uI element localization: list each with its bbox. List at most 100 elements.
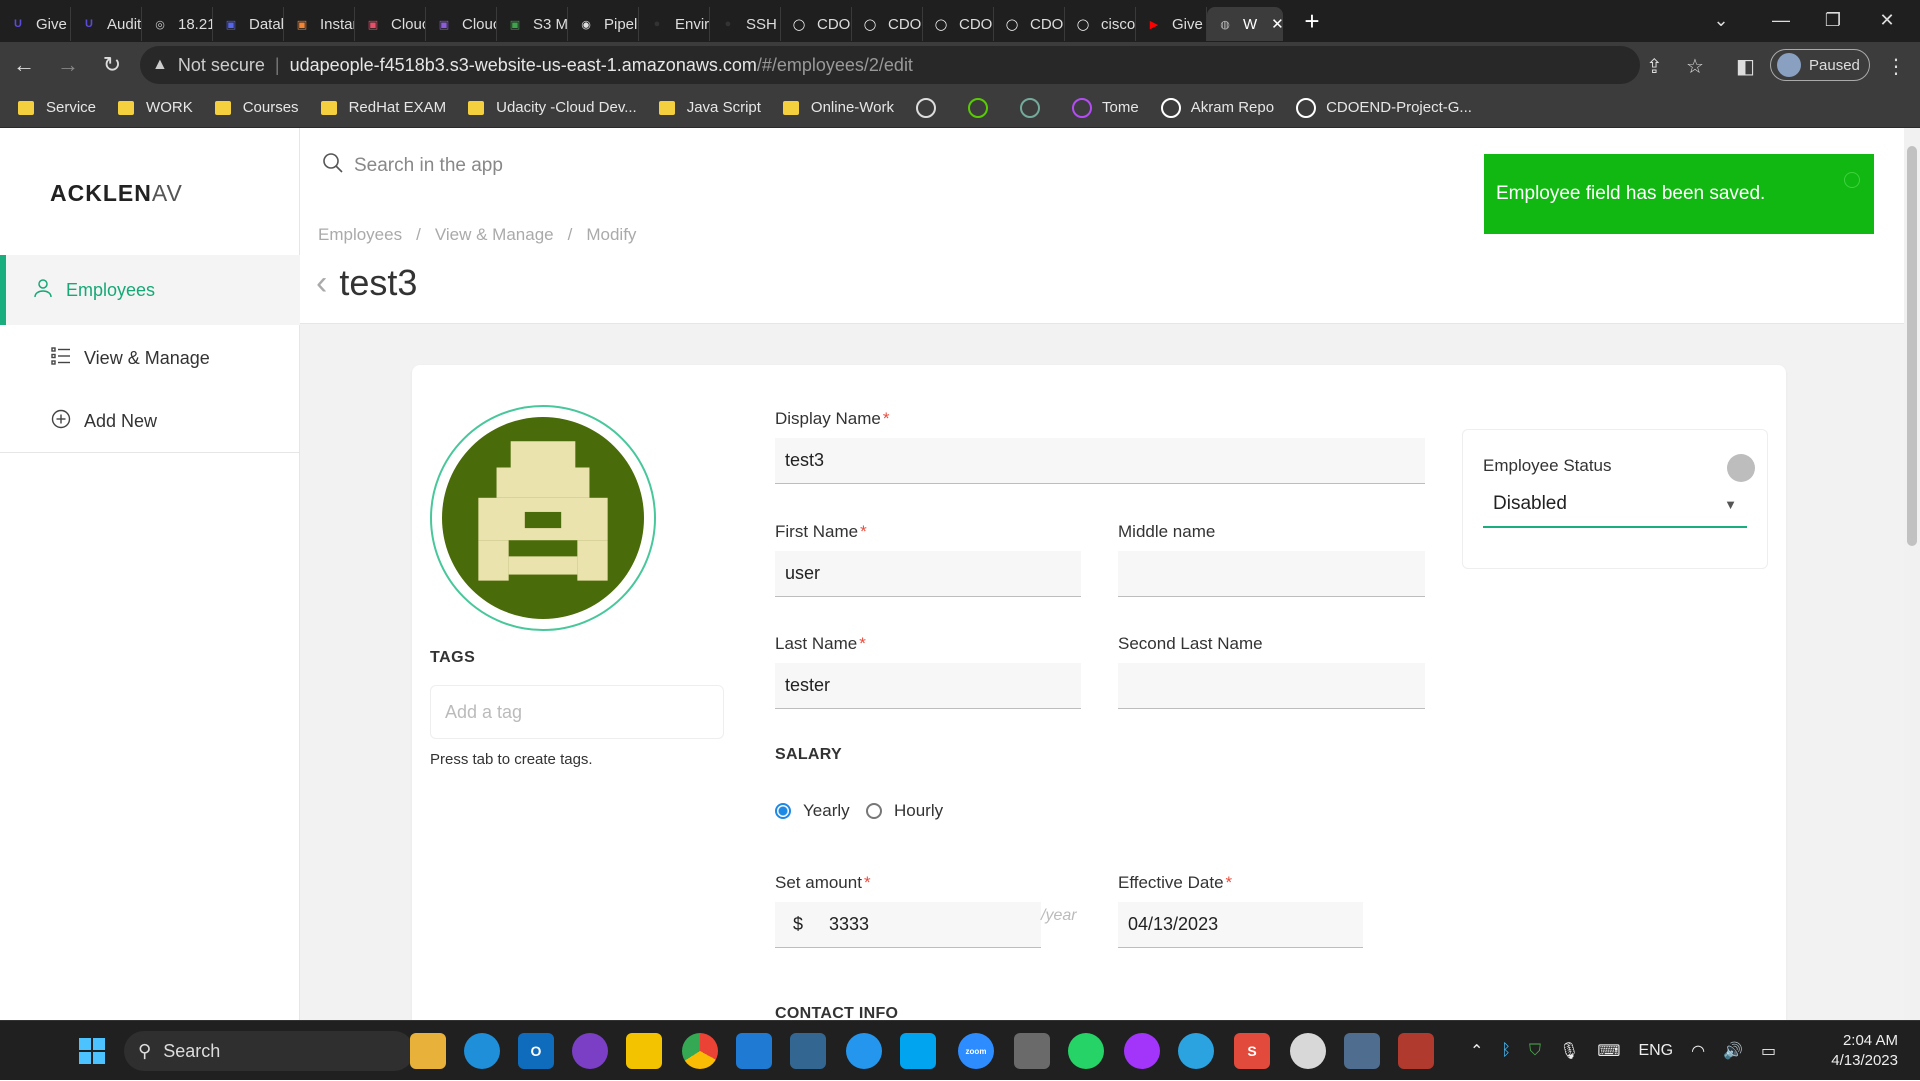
wifi-icon[interactable]: ◠: [1691, 1041, 1705, 1061]
chevron-up-icon[interactable]: ⌃: [1470, 1041, 1483, 1061]
battery-icon[interactable]: ▭: [1761, 1041, 1776, 1061]
browser-tab[interactable]: ▣ Clouc: [426, 7, 497, 41]
employee-status-select[interactable]: Disabled ▼: [1483, 482, 1747, 528]
app-icon[interactable]: [900, 1033, 936, 1069]
browser-tab[interactable]: ◯ cisco: [1065, 7, 1136, 41]
restore-button[interactable]: ❐: [1808, 0, 1858, 40]
docker-icon[interactable]: [846, 1033, 882, 1069]
employee-avatar[interactable]: [430, 405, 656, 631]
app-icon[interactable]: [1014, 1033, 1050, 1069]
clock-app-icon[interactable]: [1290, 1033, 1326, 1069]
profile-button[interactable]: Paused: [1770, 49, 1870, 81]
breadcrumb-employees[interactable]: Employees: [318, 225, 402, 244]
outlook-icon[interactable]: O: [518, 1033, 554, 1069]
telegram-icon[interactable]: [1178, 1033, 1214, 1069]
bookmark-item[interactable]: Tome: [1072, 97, 1139, 118]
more-menu-icon[interactable]: ⋮: [1886, 54, 1906, 79]
chrome-icon[interactable]: [682, 1033, 718, 1069]
tag-input[interactable]: Add a tag: [430, 685, 724, 739]
first-name-field[interactable]: user: [775, 551, 1081, 597]
file-explorer-icon[interactable]: [410, 1033, 446, 1069]
middle-name-field[interactable]: [1118, 551, 1425, 597]
bookmark-item[interactable]: [968, 97, 998, 118]
tab-search-icon[interactable]: ⌄: [1696, 0, 1746, 40]
bookmark-item[interactable]: CDOEND-Project-G...: [1296, 97, 1472, 118]
sublime-icon[interactable]: S: [1234, 1033, 1270, 1069]
browser-tab[interactable]: ● SSH -: [710, 7, 781, 41]
keyboard-icon[interactable]: ⌨: [1597, 1041, 1620, 1061]
effective-date-field[interactable]: 04/13/2023: [1118, 902, 1363, 948]
app-icon[interactable]: [572, 1033, 608, 1069]
bookmark-item[interactable]: Online-Work: [782, 99, 894, 116]
sidebar-item-employees[interactable]: Employees: [0, 255, 300, 325]
amount-field[interactable]: $ 3333: [775, 902, 1041, 948]
reload-icon[interactable]: ↻: [92, 45, 132, 85]
address-bar[interactable]: ▲ Not secure | udapeople-f4518b3.s3-webs…: [140, 46, 1640, 84]
winrar-icon[interactable]: [1398, 1033, 1434, 1069]
sidebar-item-add-new[interactable]: Add New: [0, 386, 300, 456]
bookmark-item[interactable]: [1020, 97, 1050, 118]
new-tab-button[interactable]: +: [1297, 6, 1327, 37]
bookmark-item[interactable]: Courses: [214, 99, 299, 116]
forward-arrow-icon[interactable]: →: [48, 45, 88, 85]
side-panel-icon[interactable]: ◧: [1736, 54, 1755, 79]
status-toggle[interactable]: [1727, 454, 1755, 482]
bookmark-item[interactable]: Java Script: [658, 99, 761, 116]
taskbar-clock[interactable]: 2:04 AM 4/13/2023: [1822, 1031, 1898, 1071]
microphone-icon[interactable]: 🎙: [1559, 1041, 1579, 1061]
tab-close-icon[interactable]: ✕: [1271, 15, 1283, 33]
salary-yearly-radio[interactable]: Yearly: [775, 801, 850, 821]
browser-tab[interactable]: ▣ Clouc: [355, 7, 426, 41]
browser-tab[interactable]: ▣ Instan: [284, 7, 355, 41]
browser-tab[interactable]: ▣ S3 Ma: [497, 7, 568, 41]
postgresql-icon[interactable]: [790, 1033, 826, 1069]
browser-tab-active[interactable]: ◍ W ✕: [1207, 7, 1283, 41]
close-window-button[interactable]: ✕: [1862, 0, 1912, 40]
language-indicator[interactable]: ENG: [1638, 1042, 1673, 1060]
security-shield-icon[interactable]: ⛉: [1529, 1042, 1541, 1060]
volume-icon[interactable]: 🔊: [1723, 1041, 1743, 1061]
browser-tab[interactable]: ▶ Give Y: [1136, 7, 1207, 41]
sidebar-item-view-manage[interactable]: View & Manage: [0, 323, 300, 393]
zoom-icon[interactable]: zoom: [958, 1033, 994, 1069]
toast-close-icon[interactable]: [1844, 172, 1860, 188]
windows-start-icon[interactable]: [74, 1033, 110, 1069]
bookmark-item[interactable]: RedHat EXAM: [320, 99, 446, 116]
bookmark-item[interactable]: [916, 97, 946, 118]
messenger-icon[interactable]: [1124, 1033, 1160, 1069]
bookmark-item[interactable]: WORK: [118, 99, 193, 116]
browser-tab[interactable]: ◉ Pipeli: [568, 7, 639, 41]
whatsapp-icon[interactable]: [1068, 1033, 1104, 1069]
minimize-button[interactable]: —: [1756, 0, 1806, 40]
back-arrow-icon[interactable]: ←: [4, 45, 44, 85]
sticky-notes-icon[interactable]: [626, 1033, 662, 1069]
last-name-field[interactable]: tester: [775, 663, 1081, 709]
taskbar-search[interactable]: ⚲ Search: [124, 1031, 414, 1071]
search-input[interactable]: Search in the app: [322, 152, 503, 180]
back-chevron-icon[interactable]: ‹: [316, 264, 327, 303]
scrollbar-thumb[interactable]: [1907, 146, 1917, 546]
page-scrollbar[interactable]: [1904, 128, 1920, 1020]
browser-tab[interactable]: U Audit: [71, 7, 142, 41]
browser-tab[interactable]: U Give Y: [0, 7, 71, 41]
bluetooth-icon[interactable]: ᛒ: [1501, 1042, 1511, 1060]
browser-tab[interactable]: ◯ CDOE: [781, 7, 852, 41]
second-last-name-field[interactable]: [1118, 663, 1425, 709]
bookmark-item[interactable]: Service: [18, 99, 96, 116]
display-name-field[interactable]: test3: [775, 438, 1425, 484]
salary-hourly-radio[interactable]: Hourly: [866, 801, 943, 821]
browser-tab[interactable]: ◯ CDOE: [923, 7, 994, 41]
browser-tab[interactable]: ◎ 18.21: [142, 7, 213, 41]
edge-icon[interactable]: [464, 1033, 500, 1069]
browser-tab[interactable]: ▣ Datab: [213, 7, 284, 41]
bookmark-item[interactable]: Akram Repo: [1160, 97, 1274, 118]
vscode-icon[interactable]: [736, 1033, 772, 1069]
browser-tab[interactable]: ◯ CDOE: [994, 7, 1065, 41]
bookmark-star-icon[interactable]: ☆: [1686, 54, 1704, 79]
app-icon[interactable]: [1344, 1033, 1380, 1069]
bookmark-item[interactable]: Udacity -Cloud Dev...: [468, 99, 637, 116]
browser-tab[interactable]: ● Enviro: [639, 7, 710, 41]
breadcrumb-view-manage[interactable]: View & Manage: [435, 225, 554, 244]
share-icon[interactable]: ⇪: [1646, 54, 1663, 79]
browser-tab[interactable]: ◯ CDOE: [852, 7, 923, 41]
